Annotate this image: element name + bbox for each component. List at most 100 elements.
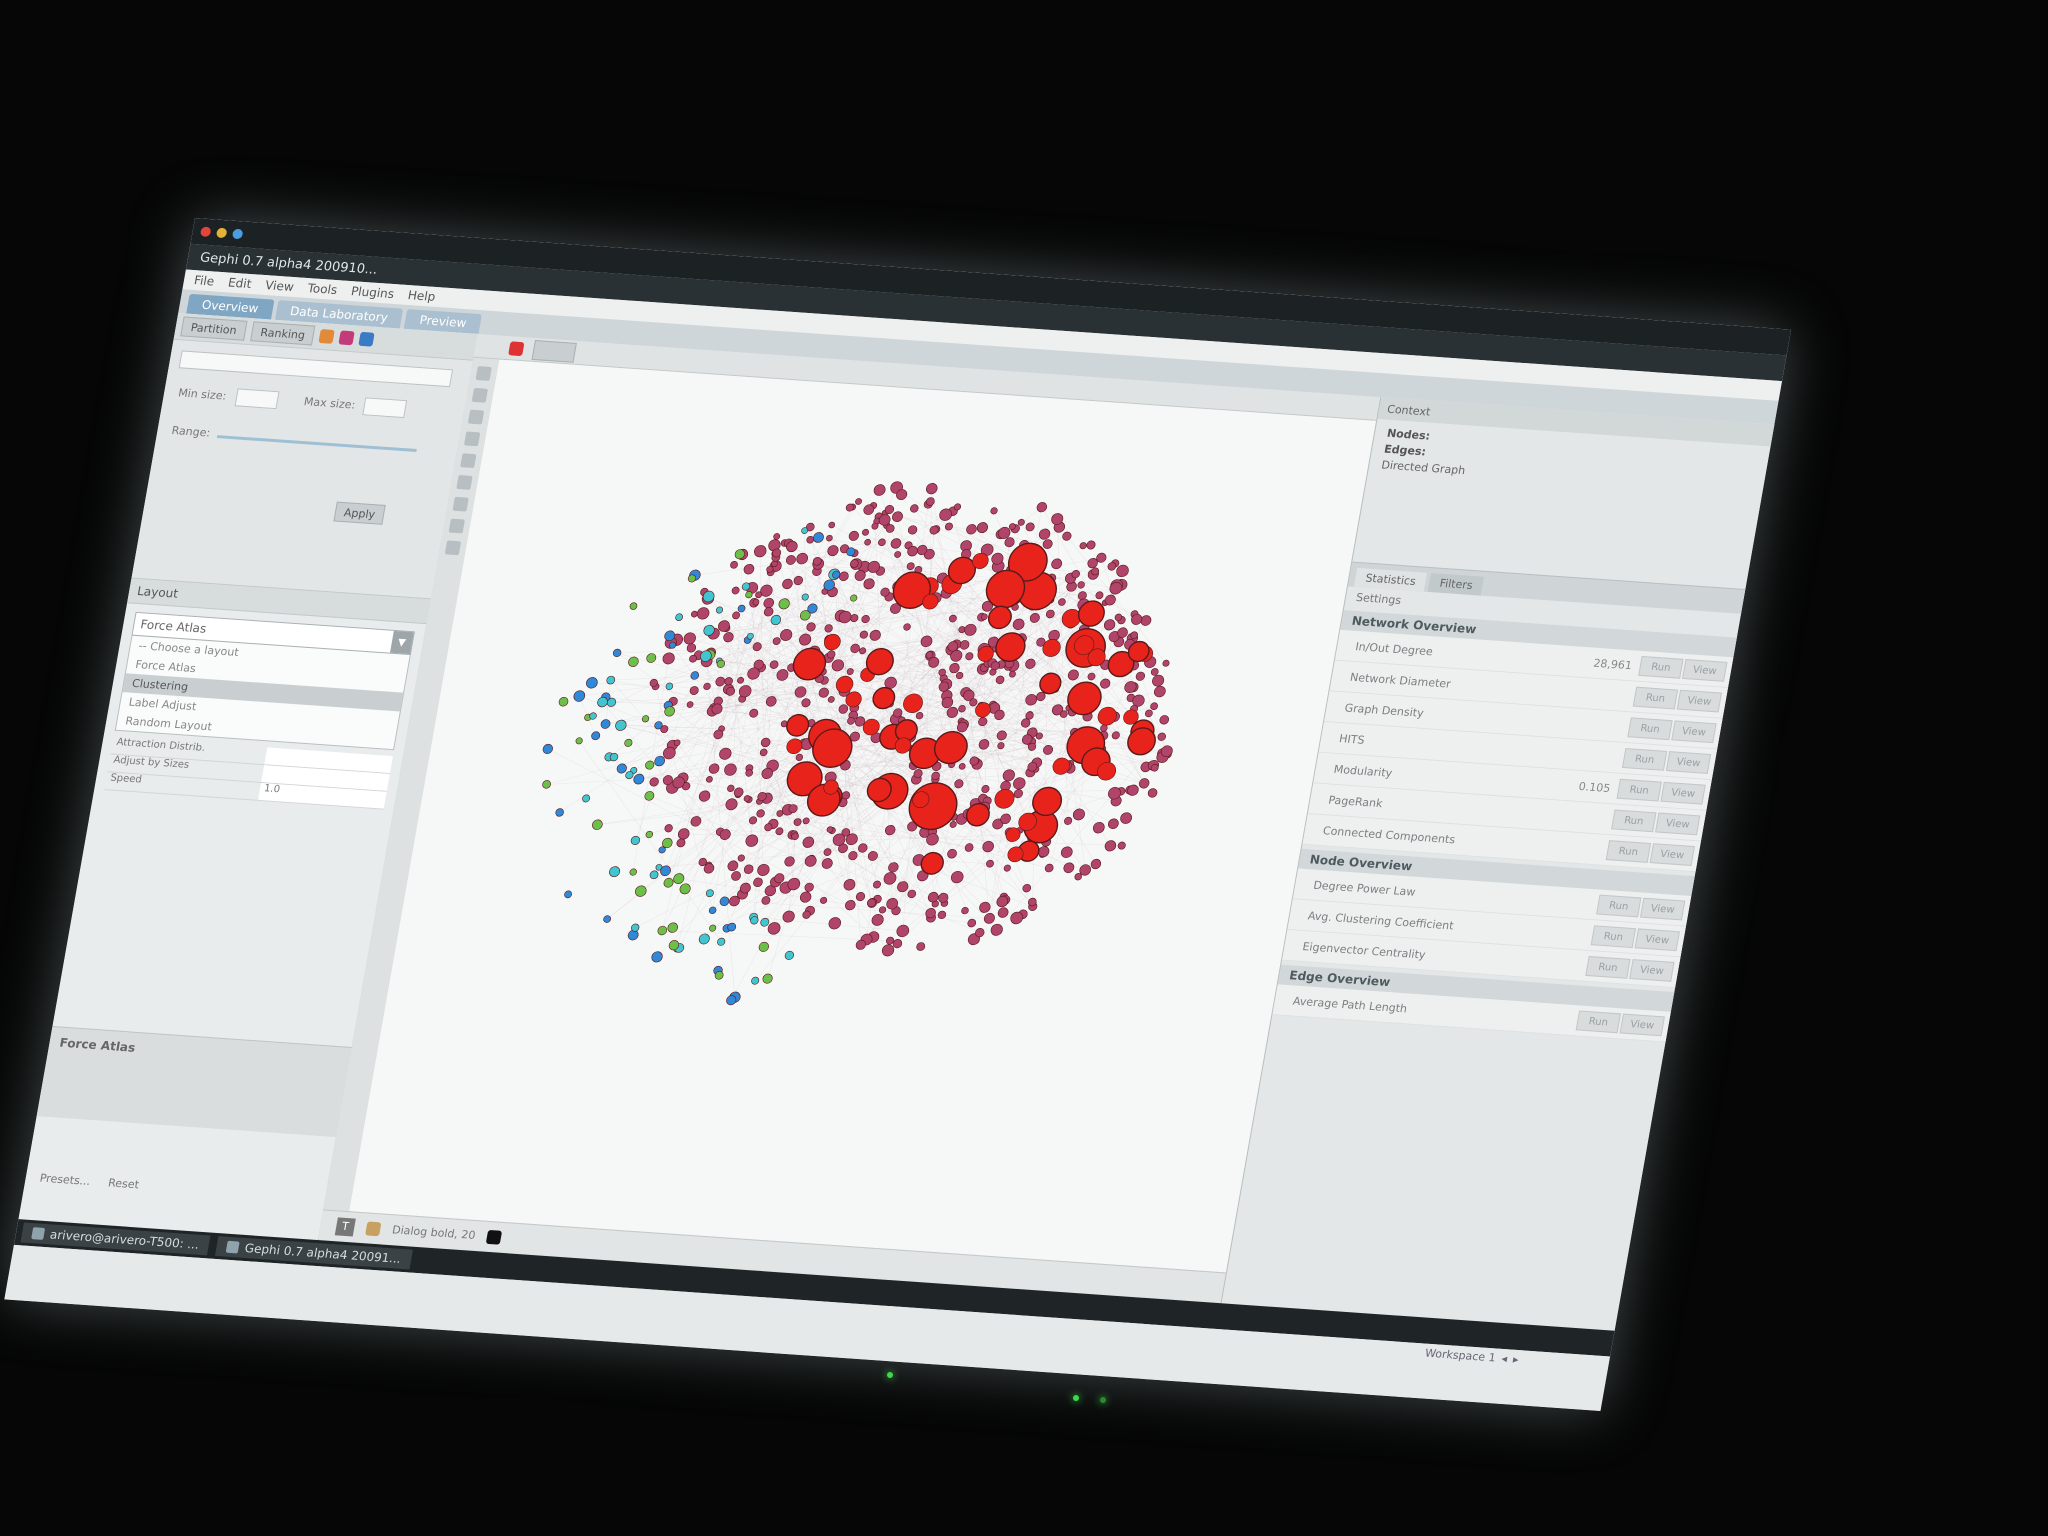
size-icon[interactable]: [338, 330, 356, 346]
graph-node[interactable]: [967, 918, 977, 928]
graph-node[interactable]: [542, 780, 551, 789]
drag-tool-icon[interactable]: [467, 409, 485, 425]
graph-node[interactable]: [873, 880, 882, 889]
graph-node[interactable]: [597, 696, 609, 708]
graph-node[interactable]: [542, 743, 553, 754]
view-button[interactable]: View: [1682, 659, 1728, 682]
graph-node[interactable]: [920, 635, 933, 648]
graph-node[interactable]: [801, 527, 809, 534]
graph-node[interactable]: [873, 484, 886, 496]
graph-node[interactable]: [1036, 502, 1048, 513]
graph-node[interactable]: [737, 854, 745, 862]
graph-node[interactable]: [855, 939, 866, 950]
color-icon[interactable]: [318, 329, 336, 344]
graph-node[interactable]: [729, 895, 741, 907]
graph-node[interactable]: [657, 925, 668, 936]
graph-node[interactable]: [1025, 522, 1035, 532]
graph-node[interactable]: [555, 808, 564, 817]
view-button[interactable]: View: [1629, 959, 1675, 982]
graph-node[interactable]: [907, 525, 918, 535]
graph-node[interactable]: [1060, 846, 1073, 858]
maximize-icon[interactable]: [231, 228, 244, 240]
graph-node[interactable]: [624, 738, 633, 747]
graph-node[interactable]: [1036, 691, 1046, 702]
select-tool-icon[interactable]: [475, 366, 492, 381]
graph-node[interactable]: [884, 825, 896, 836]
graph-node[interactable]: [558, 697, 569, 707]
graph-node[interactable]: [686, 643, 697, 653]
graph-node[interactable]: [799, 891, 812, 903]
graph-node[interactable]: [828, 521, 836, 529]
graph-node[interactable]: [804, 882, 814, 892]
graph-node[interactable]: [847, 716, 855, 725]
label-style-icon[interactable]: [365, 1220, 382, 1236]
graph-node[interactable]: [855, 498, 862, 505]
graph-node[interactable]: [894, 551, 902, 558]
graph-node[interactable]: [630, 835, 641, 845]
edge-color-icon[interactable]: [508, 340, 525, 356]
menu-edit[interactable]: Edit: [227, 276, 253, 291]
graph-node[interactable]: [582, 794, 591, 803]
graph-node[interactable]: [784, 950, 794, 960]
graph-node[interactable]: [897, 881, 909, 893]
graph-node[interactable]: [575, 737, 583, 745]
graph-node[interactable]: [739, 882, 751, 894]
run-button[interactable]: Run: [1590, 925, 1637, 949]
graph-node[interactable]: [719, 747, 733, 760]
graph-node[interactable]: [758, 941, 769, 952]
font-label[interactable]: Dialog bold, 20: [391, 1223, 476, 1242]
run-button[interactable]: Run: [1596, 894, 1642, 918]
graph-node[interactable]: [767, 922, 781, 935]
graph-node[interactable]: [996, 895, 1009, 908]
graph-node[interactable]: [939, 508, 953, 521]
graph-node[interactable]: [975, 927, 985, 938]
graph-node[interactable]: [802, 910, 811, 919]
view-button[interactable]: View: [1639, 897, 1686, 921]
graph-node[interactable]: [673, 873, 685, 885]
graph-node[interactable]: [675, 613, 683, 621]
graph-node[interactable]: [698, 790, 711, 802]
graph-node[interactable]: [807, 603, 818, 614]
graph-node[interactable]: [845, 900, 856, 911]
view-button[interactable]: View: [1671, 720, 1717, 744]
graph-node[interactable]: [1162, 659, 1170, 667]
run-button[interactable]: Run: [1616, 778, 1662, 802]
graph-node[interactable]: [954, 779, 964, 789]
view-button[interactable]: View: [1654, 812, 1701, 836]
ranking-button[interactable]: Ranking: [249, 321, 316, 346]
graph-node[interactable]: [629, 602, 638, 610]
run-button[interactable]: Run: [1638, 655, 1684, 679]
run-button[interactable]: Run: [1611, 809, 1657, 833]
graph-node[interactable]: [717, 937, 726, 946]
graph-node[interactable]: [986, 859, 994, 868]
graph-node[interactable]: [600, 719, 611, 729]
graph-node[interactable]: [997, 907, 1009, 918]
graph-node[interactable]: [871, 914, 884, 926]
graph-node[interactable]: [782, 578, 794, 590]
painter-tool-icon[interactable]: [463, 431, 481, 447]
tab-filters[interactable]: Filters: [1428, 573, 1485, 596]
hub-node[interactable]: [785, 713, 810, 737]
shortest-path-tool-icon[interactable]: [448, 518, 465, 534]
view-button[interactable]: View: [1665, 751, 1712, 774]
graph-node[interactable]: [1151, 674, 1165, 687]
graph-node[interactable]: [687, 574, 697, 583]
menu-tools[interactable]: Tools: [306, 281, 338, 297]
graph-node[interactable]: [890, 538, 902, 549]
graph-node[interactable]: [774, 873, 785, 884]
graph-node[interactable]: [743, 563, 755, 575]
graph-node[interactable]: [976, 522, 988, 534]
graph-node[interactable]: [871, 522, 879, 530]
run-button[interactable]: Run: [1632, 686, 1679, 710]
graph-node[interactable]: [990, 923, 1003, 936]
text-tool-icon[interactable]: T: [334, 1216, 356, 1236]
graph-node[interactable]: [1010, 911, 1024, 925]
graph-node[interactable]: [843, 878, 856, 891]
graph-node[interactable]: [726, 995, 737, 1006]
graph-node[interactable]: [883, 872, 897, 885]
graph-node[interactable]: [903, 623, 911, 631]
graph-node[interactable]: [677, 828, 690, 840]
graph-node[interactable]: [1012, 777, 1026, 790]
presets-button[interactable]: Presets...: [39, 1171, 92, 1187]
graph-node[interactable]: [1090, 858, 1102, 870]
